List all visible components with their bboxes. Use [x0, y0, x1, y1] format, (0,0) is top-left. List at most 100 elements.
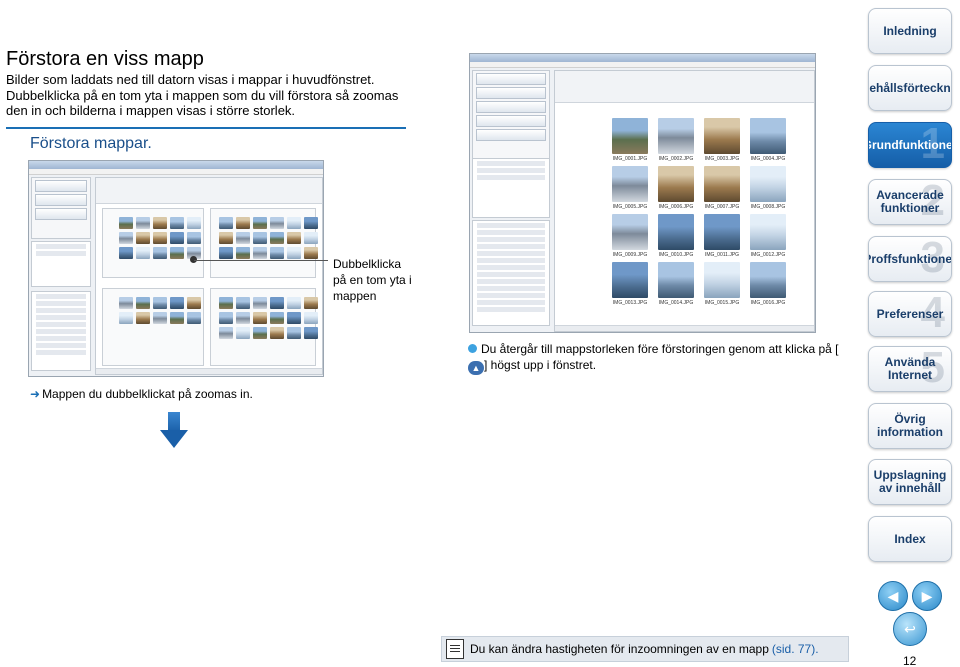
thumbnail-caption: IMG_0011.JPG [704, 252, 740, 258]
nav-item-innehållsförteckning[interactable]: Innehållsförteckning [868, 65, 952, 111]
callout-text: Dubbelklicka på en tom yta i mappen [333, 257, 412, 303]
thumbnail-image [658, 262, 694, 298]
folder-panel [210, 208, 318, 278]
folder-panel [102, 288, 204, 366]
tip-bullet-icon [468, 344, 477, 353]
thumbnail-cell[interactable]: IMG_0007.JPG [704, 166, 740, 210]
thumbnail-cell[interactable]: IMG_0010.JPG [658, 214, 694, 258]
thumbnail-cell[interactable]: IMG_0016.JPG [750, 262, 786, 306]
section-subheading: Förstora mappar. [30, 135, 152, 152]
nav-item-uppslagning-av-innehåll[interactable]: Uppslagning av innehåll [868, 459, 952, 505]
page-arrows: ◀ ▶ [878, 581, 942, 611]
screenshot-task-panel [472, 70, 550, 160]
memo-icon [446, 639, 464, 659]
callout-line [194, 260, 328, 261]
task-button [35, 208, 87, 220]
thumbnail-caption: IMG_0002.JPG [658, 156, 694, 162]
thumbnail-caption: IMG_0015.JPG [704, 300, 740, 306]
nav-item-label: Inledning [883, 23, 937, 38]
screenshot-folder-tree [472, 220, 550, 326]
nav-item-label: Grundfunktioner [869, 137, 951, 152]
thumbnail-cell[interactable]: IMG_0004.JPG [750, 118, 786, 162]
thumbnail-image [750, 214, 786, 250]
task-button [476, 73, 546, 85]
screenshot-folder-tree [31, 291, 91, 371]
next-page-button[interactable]: ▶ [912, 581, 942, 611]
thumbnail-cell[interactable]: IMG_0014.JPG [658, 262, 694, 306]
nav-item-avancerade-funktioner[interactable]: 2 Avancerade funktioner [868, 179, 952, 225]
screenshot-statusbar [96, 368, 322, 374]
thumbnail-cell[interactable]: IMG_0008.JPG [750, 166, 786, 210]
screenshot-before-zoom [28, 160, 324, 377]
thumbnail-cell[interactable]: IMG_0013.JPG [612, 262, 648, 306]
screenshot-main-area [95, 177, 323, 375]
page-reference-link[interactable]: (sid. 77). [772, 642, 819, 656]
nav-item-preferenser[interactable]: 4 Preferenser [868, 291, 952, 337]
thumbnail-cell[interactable]: IMG_0015.JPG [704, 262, 740, 306]
up-arrow-icon: ▲ [468, 361, 484, 375]
thumbnail-caption: IMG_0012.JPG [750, 252, 786, 258]
intro-text: Bilder som laddats ned till datorn visas… [6, 72, 399, 118]
thumbnail-cell[interactable]: IMG_0009.JPG [612, 214, 648, 258]
thumbnail-image [704, 262, 740, 298]
nav-item-label: Använda Internet [884, 355, 936, 382]
tip-text: Du återgår till mappstorleken före först… [468, 341, 848, 375]
nav-item-proffsfunktioner[interactable]: 3Proffsfunktioner [868, 236, 952, 282]
screenshot-statusbar [555, 325, 814, 331]
thumbnail-image [612, 214, 648, 250]
nav-item-inledning[interactable]: Inledning [868, 8, 952, 54]
screenshot-titlebar [29, 161, 323, 169]
thumbnail-image [612, 262, 648, 298]
thumbnail-caption: IMG_0014.JPG [658, 300, 694, 306]
thumbnail-caption: IMG_0004.JPG [750, 156, 786, 162]
screenshot-task-panel [31, 177, 91, 239]
nav-item-övrig-information[interactable]: Övrig information [868, 403, 952, 449]
thumbnail-cell[interactable]: IMG_0011.JPG [704, 214, 740, 258]
thumbnail-caption: IMG_0001.JPG [612, 156, 648, 162]
nav-item-använda-internet[interactable]: 5 Använda Internet [868, 346, 952, 392]
previous-page-button[interactable]: ◀ [878, 581, 908, 611]
task-button [476, 115, 546, 127]
down-arrow-icon [160, 412, 188, 448]
screenshot-menubar [29, 169, 323, 175]
screenshot-toolbar [555, 71, 814, 103]
thumbnail-caption: IMG_0016.JPG [750, 300, 786, 306]
nav-item-index[interactable]: Index [868, 516, 952, 562]
thumbnail-cell[interactable]: IMG_0006.JPG [658, 166, 694, 210]
thumbnail-image [612, 118, 648, 154]
return-icon: ↩ [904, 620, 916, 637]
task-button [476, 101, 546, 113]
task-button [35, 194, 87, 206]
zoomed-thumbnail-grid: IMG_0001.JPG IMG_0002.JPG IMG_0003.JPG IMG_… [612, 118, 790, 306]
thumbnail-caption: IMG_0010.JPG [658, 252, 694, 258]
tip-text-before: Du återgår till mappstorleken före först… [481, 342, 839, 356]
chevron-left-icon: ◀ [887, 587, 899, 604]
thumbnail-caption: IMG_0007.JPG [704, 204, 740, 210]
thumbnail-cell[interactable]: IMG_0001.JPG [612, 118, 648, 162]
thumbnail-image [750, 262, 786, 298]
return-button[interactable]: ↩ [893, 612, 927, 646]
nav-item-grundfunktioner[interactable]: 1Grundfunktioner [868, 122, 952, 168]
folder-panel [210, 288, 318, 366]
thumbnail-cell[interactable]: IMG_0012.JPG [750, 214, 786, 258]
nav-item-label: Index [894, 531, 926, 546]
thumbnail-cell[interactable]: IMG_0005.JPG [612, 166, 648, 210]
result-note: ➜ Mappen du dubbelklickat på zoomas in. [30, 387, 253, 401]
footer-note-text: Du kan ändra hastigheten för inzoomninge… [470, 642, 769, 656]
page-number: 12 [903, 654, 917, 667]
tip-text-after: ] högst upp i fönstret. [484, 358, 597, 372]
screenshot-menubar [470, 62, 815, 68]
thumbnail-caption: IMG_0009.JPG [612, 252, 648, 258]
thumbnail-image [658, 214, 694, 250]
nav-item-label: Avancerade funktioner [876, 188, 944, 215]
heading-divider [6, 127, 406, 129]
thumbnail-image [658, 118, 694, 154]
thumbnail-cell[interactable]: IMG_0003.JPG [704, 118, 740, 162]
thumbnail-image [704, 166, 740, 202]
result-note-text: Mappen du dubbelklickat på zoomas in. [42, 387, 253, 401]
folder-panel [102, 208, 204, 278]
task-button [476, 87, 546, 99]
screenshot-acquired-images-panel [472, 158, 550, 218]
thumbnail-cell[interactable]: IMG_0002.JPG [658, 118, 694, 162]
screenshot-titlebar [470, 54, 815, 62]
